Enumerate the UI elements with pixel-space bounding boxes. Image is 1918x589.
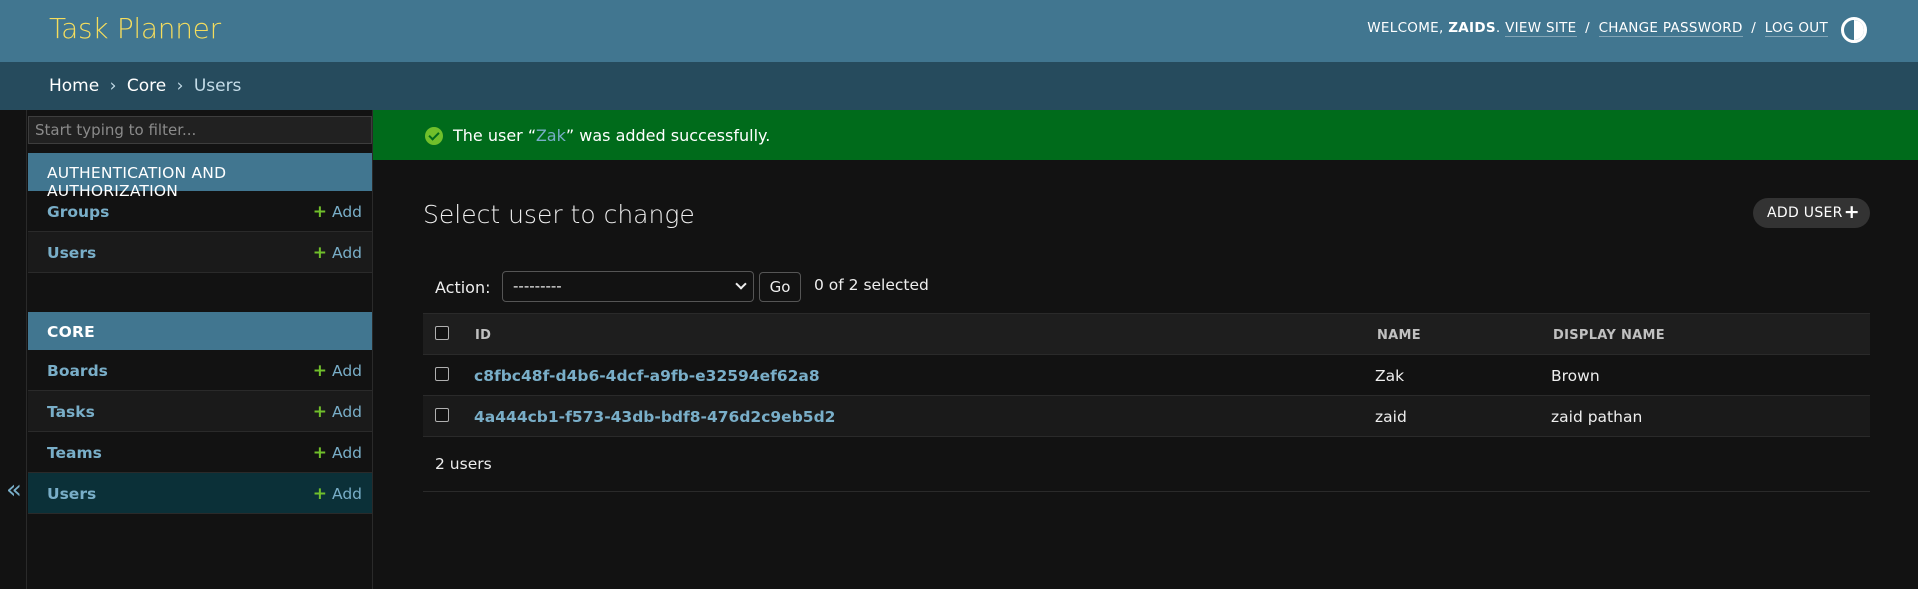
add-teams-link[interactable]: + Add: [313, 443, 362, 463]
select-all-checkbox[interactable]: [435, 326, 449, 340]
sidebar-item-label[interactable]: Teams: [47, 444, 102, 462]
breadcrumb-home[interactable]: Home: [49, 76, 99, 96]
sidebar-item-teams[interactable]: Teams + Add: [28, 432, 372, 473]
plus-icon: +: [1843, 201, 1860, 223]
selected-count: 0 of 2 selected: [814, 276, 929, 294]
sidebar-item-groups[interactable]: Groups + Add: [28, 191, 372, 232]
sidebar-item-auth-users[interactable]: Users + Add: [28, 232, 372, 273]
go-button[interactable]: Go: [759, 272, 801, 302]
column-header-id: ID: [475, 328, 492, 343]
module-caption-auth[interactable]: Authentication and Authorization: [28, 153, 372, 200]
breadcrumb-separator: ›: [109, 76, 117, 96]
plus-icon: +: [312, 484, 327, 504]
add-label: Add: [331, 244, 362, 262]
plus-icon: +: [312, 443, 327, 463]
username: zaids: [1448, 20, 1496, 36]
view-site-link[interactable]: View site: [1505, 20, 1577, 37]
sidebar-item-boards[interactable]: Boards + Add: [28, 350, 372, 391]
add-auth-users-link[interactable]: + Add: [313, 243, 362, 263]
user-id-link[interactable]: 4a444cb1-f573-43db-bdf8-476d2c9eb5d2: [474, 408, 835, 426]
sidebar-item-label[interactable]: Groups: [47, 203, 109, 221]
add-label: Add: [331, 362, 362, 380]
plus-icon: +: [312, 243, 327, 263]
action-select[interactable]: ---------: [502, 271, 754, 302]
breadcrumb-separator: ›: [176, 76, 184, 96]
action-select-value: ---------: [513, 277, 562, 295]
user-name: Zak: [1375, 367, 1405, 385]
message-text: The user “Zak” was added successfully.: [453, 126, 771, 145]
plus-icon: +: [312, 202, 327, 222]
sidebar-item-label[interactable]: Boards: [47, 362, 108, 380]
user-display-name: Brown: [1551, 367, 1600, 385]
column-header-name[interactable]: Name: [1377, 328, 1421, 343]
paginator: 2 users: [423, 437, 1870, 492]
separator: /: [1585, 20, 1590, 36]
page-title: Select user to change: [423, 200, 695, 229]
plus-icon: +: [312, 402, 327, 422]
sidebar-item-label[interactable]: Tasks: [47, 403, 95, 421]
add-user-button[interactable]: Add user +: [1753, 198, 1870, 228]
success-message: The user “Zak” was added successfully.: [373, 110, 1918, 160]
breadcrumb: Home › Core › Users: [0, 62, 1918, 110]
user-name: zaid: [1375, 408, 1407, 426]
sidebar-item-label[interactable]: Users: [47, 244, 96, 262]
module-caption-core[interactable]: Core: [28, 312, 372, 350]
add-tasks-link[interactable]: + Add: [313, 402, 362, 422]
add-user-label: Add user: [1767, 205, 1843, 221]
user-tools: Welcome, zaids. View site / Change passw…: [1367, 20, 1828, 37]
chevron-down-icon: [735, 278, 747, 290]
plus-icon: +: [312, 361, 327, 381]
row-checkbox[interactable]: [435, 408, 449, 422]
separator: /: [1751, 20, 1757, 36]
sidebar-item-label[interactable]: Users: [47, 485, 96, 503]
user-id-link[interactable]: c8fbc48f-d4b6-4dcf-a9fb-e32594ef62a8: [474, 367, 820, 385]
welcome-text: Welcome,: [1367, 20, 1444, 36]
add-boards-link[interactable]: + Add: [313, 361, 362, 381]
table-row: 4a444cb1-f573-43db-bdf8-476d2c9eb5d2 zai…: [423, 396, 1870, 437]
row-checkbox[interactable]: [435, 367, 449, 381]
message-user-link[interactable]: Zak: [536, 126, 566, 145]
theme-toggle-icon[interactable]: [1841, 17, 1867, 43]
log-out-link[interactable]: Log out: [1764, 20, 1828, 37]
add-label: Add: [331, 403, 362, 421]
breadcrumb-core[interactable]: Core: [127, 76, 166, 96]
site-header: Task Planner Welcome, zaids. View site /…: [0, 0, 1918, 62]
change-password-link[interactable]: Change password: [1598, 20, 1743, 37]
collapse-sidebar-icon[interactable]: «: [6, 475, 22, 505]
user-display-name: zaid pathan: [1551, 408, 1643, 426]
success-check-icon: [425, 127, 443, 145]
nav-sidebar: Authentication and Authorization Groups …: [27, 110, 373, 589]
add-label: Add: [331, 485, 362, 503]
nav-filter-input[interactable]: [28, 116, 372, 144]
add-groups-link[interactable]: + Add: [313, 202, 362, 222]
add-core-users-link[interactable]: + Add: [313, 484, 362, 504]
sidebar-item-tasks[interactable]: Tasks + Add: [28, 391, 372, 432]
breadcrumb-current: Users: [193, 76, 242, 96]
add-label: Add: [331, 203, 362, 221]
action-label: Action:: [435, 278, 491, 297]
table-row: c8fbc48f-d4b6-4dcf-a9fb-e32594ef62a8 Zak…: [423, 355, 1870, 396]
table-header: ID Name Display name: [423, 313, 1870, 355]
sidebar-item-core-users[interactable]: Users + Add: [28, 473, 372, 514]
add-label: Add: [331, 444, 362, 462]
sidebar-toggle-column: «: [0, 110, 27, 589]
site-title[interactable]: Task Planner: [49, 12, 221, 45]
column-header-display-name[interactable]: Display name: [1553, 328, 1665, 343]
